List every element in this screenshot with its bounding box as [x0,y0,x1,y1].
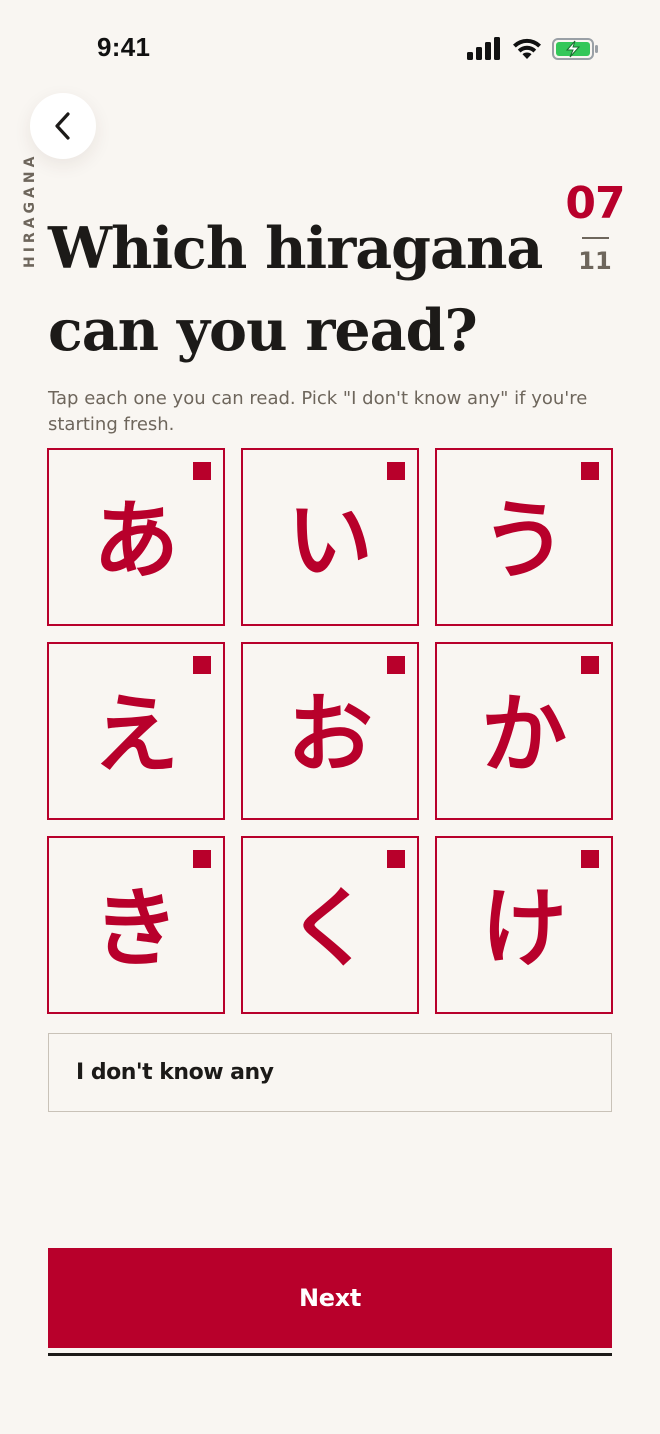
selected-check-indicator [193,656,211,674]
selected-check-indicator [581,462,599,480]
kana-character: き [93,878,179,979]
kana-grid: あ い う え お か き く け [47,448,613,1014]
kana-tile[interactable]: あ [47,448,225,626]
kana-character: か [481,684,567,785]
selected-check-indicator [193,462,211,480]
page-subtitle: Tap each one you can read. Pick "I don't… [48,388,588,435]
kana-tile[interactable]: か [435,642,613,820]
step-divider [581,237,609,239]
back-button[interactable] [30,93,96,159]
page-title: Which hiragana can you read? [48,215,543,364]
step-current: 07 [565,178,625,229]
selected-check-indicator [387,850,405,868]
kana-character: け [481,878,567,979]
kana-tile[interactable]: え [47,642,225,820]
kana-tile[interactable]: く [241,836,419,1014]
kana-tile[interactable]: お [241,642,419,820]
step-total: 11 [578,247,612,275]
status-bar: 9:41 [0,0,660,96]
chevron-left-icon [55,112,70,140]
next-button[interactable]: Next [48,1248,612,1348]
status-time: 9:41 [97,32,151,62]
kana-tile[interactable]: い [241,448,419,626]
kana-character: え [93,684,179,785]
selected-check-indicator [387,462,405,480]
kana-character: お [287,684,373,785]
section-label: HIRAGANA [22,152,38,268]
kana-tile[interactable]: き [47,836,225,1014]
kana-character: い [287,490,373,591]
signal-icon [467,37,500,60]
battery-charging-icon [552,38,598,60]
kana-character: く [287,878,373,979]
selected-check-indicator [581,656,599,674]
selected-check-indicator [193,850,211,868]
kana-tile[interactable]: う [435,448,613,626]
selected-check-indicator [387,656,405,674]
kana-tile[interactable]: け [435,836,613,1014]
dont-know-any-button[interactable]: I don't know any [48,1033,612,1112]
next-button-underline [48,1353,612,1356]
selected-check-indicator [581,850,599,868]
step-counter: 07 11 [560,176,630,275]
kana-character: う [481,490,567,591]
kana-character: あ [93,490,179,591]
wifi-icon [513,38,541,59]
